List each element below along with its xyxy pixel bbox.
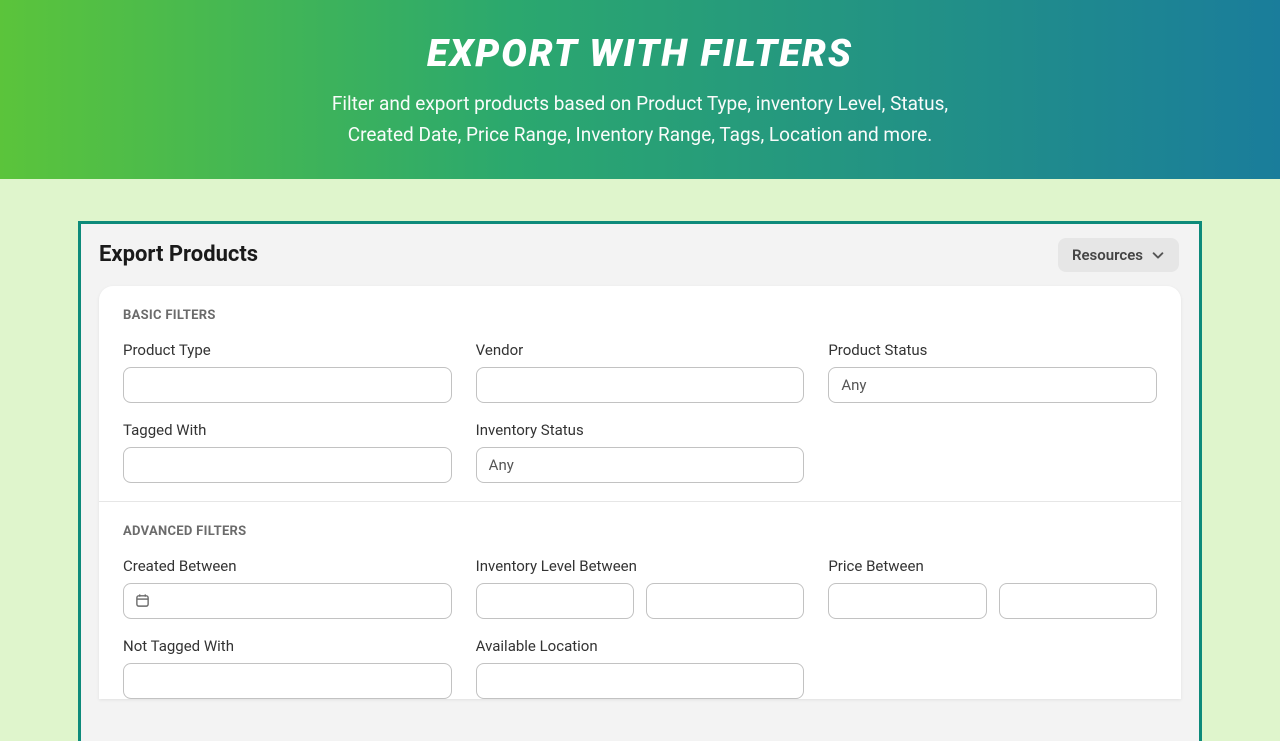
created-between-label: Created Between bbox=[123, 557, 452, 575]
available-location-label: Available Location bbox=[476, 637, 805, 655]
available-location-input[interactable] bbox=[476, 663, 805, 699]
promo-banner: EXPORT WITH FILTERS Filter and export pr… bbox=[0, 0, 1280, 179]
product-status-select[interactable]: Any bbox=[828, 367, 1157, 403]
app-header: Export Products Resources bbox=[81, 224, 1199, 286]
price-between-label: Price Between bbox=[828, 557, 1157, 575]
spacer bbox=[828, 421, 1157, 483]
calendar-icon bbox=[134, 593, 150, 609]
chevron-down-icon bbox=[1151, 248, 1165, 262]
vendor-label: Vendor bbox=[476, 341, 805, 359]
resources-button[interactable]: Resources bbox=[1058, 238, 1179, 272]
filters-card: BASIC FILTERS Product Type Vendor Produc… bbox=[99, 286, 1181, 699]
inventory-level-between-label: Inventory Level Between bbox=[476, 557, 805, 575]
price-min-input[interactable] bbox=[828, 583, 986, 619]
not-tagged-with-label: Not Tagged With bbox=[123, 637, 452, 655]
divider bbox=[99, 501, 1181, 502]
inventory-level-max-input[interactable] bbox=[646, 583, 804, 619]
banner-title: EXPORT WITH FILTERS bbox=[40, 32, 1240, 76]
tagged-with-input[interactable] bbox=[123, 447, 452, 483]
inventory-status-select[interactable]: Any bbox=[476, 447, 805, 483]
resources-label: Resources bbox=[1072, 246, 1143, 264]
spacer bbox=[828, 637, 1157, 699]
not-tagged-with-input[interactable] bbox=[123, 663, 452, 699]
vendor-input[interactable] bbox=[476, 367, 805, 403]
banner-subtitle: Filter and export products based on Prod… bbox=[40, 88, 1240, 151]
product-type-input[interactable] bbox=[123, 367, 452, 403]
price-max-input[interactable] bbox=[999, 583, 1157, 619]
product-status-label: Product Status bbox=[828, 341, 1157, 359]
created-between-input[interactable] bbox=[123, 583, 452, 619]
tagged-with-label: Tagged With bbox=[123, 421, 452, 439]
product-type-label: Product Type bbox=[123, 341, 452, 359]
basic-filters-heading: BASIC FILTERS bbox=[123, 308, 1157, 323]
inventory-status-label: Inventory Status bbox=[476, 421, 805, 439]
advanced-filters-heading: ADVANCED FILTERS bbox=[123, 524, 1157, 539]
inventory-level-min-input[interactable] bbox=[476, 583, 634, 619]
app-frame: Export Products Resources BASIC FILTERS … bbox=[78, 221, 1202, 741]
page-title: Export Products bbox=[99, 242, 258, 267]
